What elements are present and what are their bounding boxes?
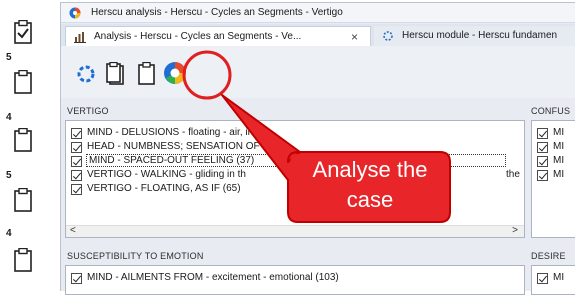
tab-analysis[interactable]: Analysis - Herscu - Cycles an Segments -… <box>65 26 371 46</box>
rubric-text: VERTIGO - FLOATING, AS IF (65) <box>87 183 241 194</box>
rubric-text: HEAD - NUMBNESS; SENSATION OF ( <box>87 141 266 152</box>
tab-bar: Analysis - Herscu - Cycles an Segments -… <box>61 24 575 46</box>
rubric-text-overflow: the <box>506 169 520 180</box>
section-header-confusion: CONFUS <box>531 106 571 116</box>
checkbox[interactable] <box>537 273 548 284</box>
rubric-text: MI <box>553 169 565 180</box>
rubric-text: VERTIGO - WALKING - gliding in th <box>87 169 246 180</box>
rubric-text: MI <box>553 127 565 138</box>
analyse-case-icon[interactable] <box>162 60 188 86</box>
vertigo-logo-icon <box>69 7 81 19</box>
callout-line-2: case <box>346 187 394 212</box>
scroll-right-button[interactable]: > <box>512 225 518 236</box>
strip-number: 5 <box>6 52 12 63</box>
checkbox[interactable] <box>71 273 82 284</box>
toolbar <box>61 46 575 98</box>
rubric-text: MI <box>553 155 565 166</box>
window-title: Herscu analysis - Herscu - Cycles an Seg… <box>91 7 343 18</box>
tab-close-button[interactable]: × <box>351 30 358 44</box>
section-header-susceptibility: SUSCEPTIBILITY TO EMOTION <box>67 251 204 261</box>
rubric-text: MIND - DELUSIONS - floating - air, in ( <box>87 127 260 138</box>
tab-label: Analysis - Herscu - Cycles an Segments -… <box>94 31 302 42</box>
scroll-left-button[interactable]: < <box>70 225 76 236</box>
rubric-text: MIND - AILMENTS FROM - excitement - emot… <box>87 272 339 283</box>
strip-number: 4 <box>6 112 12 123</box>
tab-herscu-module[interactable]: Herscu module - Herscu fundamen <box>374 26 575 46</box>
title-bar: Herscu analysis - Herscu - Cycles an Seg… <box>61 3 575 23</box>
clipboard-icon <box>14 248 32 272</box>
rubric-text: MI <box>553 141 565 152</box>
checkbox[interactable] <box>71 142 82 153</box>
strip-number: 4 <box>6 228 12 239</box>
app-window: Herscu analysis - Herscu - Cycles an Seg… <box>60 2 575 295</box>
horizontal-scrollbar[interactable]: < > <box>66 225 524 237</box>
checkbox[interactable] <box>71 184 82 195</box>
clipboard-multi-icon[interactable] <box>105 62 127 86</box>
checkbox[interactable] <box>71 170 82 181</box>
checkbox[interactable] <box>537 170 548 181</box>
clipboard-icon <box>14 188 32 212</box>
clipboard-icon <box>14 70 32 94</box>
spinner-icon <box>383 31 393 41</box>
clipboard-icon <box>14 128 32 152</box>
checkbox[interactable] <box>537 142 548 153</box>
checkbox[interactable] <box>71 128 82 139</box>
confusion-list[interactable]: MI MI MI MI <box>531 120 575 238</box>
left-strip: 5 4 5 4 <box>0 0 50 291</box>
section-header-vertigo: VERTIGO <box>67 106 109 116</box>
bar-chart-icon <box>74 32 86 43</box>
clipboard-check-icon <box>14 20 32 44</box>
rubric-text: MI <box>553 272 565 283</box>
strip-number: 5 <box>6 170 12 181</box>
callout-line-1: Analyse the <box>312 157 428 182</box>
section-header-desire: DESIRE <box>531 251 566 261</box>
checkbox[interactable] <box>537 156 548 167</box>
checkbox[interactable] <box>537 128 548 139</box>
clipboard-icon[interactable] <box>136 62 158 86</box>
refresh-icon[interactable] <box>75 62 97 86</box>
callout-text: Analyse the case <box>290 155 450 215</box>
tab-label: Herscu module - Herscu fundamen <box>402 30 558 41</box>
checkbox[interactable] <box>71 156 82 167</box>
